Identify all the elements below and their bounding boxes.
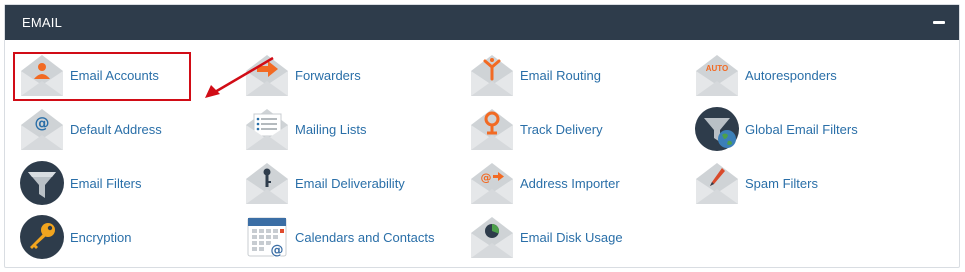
track-delivery-icon <box>471 109 513 150</box>
global-email-filters-icon <box>695 107 739 151</box>
spam-filters-icon <box>696 163 738 204</box>
autoresponders-link[interactable]: AUTO Autoresponders <box>694 51 909 99</box>
collapse-icon[interactable] <box>932 17 947 29</box>
address-importer-icon: @ <box>471 163 513 204</box>
mailing-lists-link[interactable]: Mailing Lists <box>244 105 459 153</box>
forwarders-link[interactable]: Forwarders <box>244 51 459 99</box>
item-label: Mailing Lists <box>295 121 367 137</box>
email-deliverability-link[interactable]: Email Deliverability <box>244 159 459 207</box>
address-importer-link[interactable]: @ Address Importer <box>469 159 684 207</box>
item-label: Email Accounts <box>70 67 159 83</box>
email-tools-grid: Email Accounts Forwarders Email Routing <box>5 40 959 266</box>
svg-text:@: @ <box>481 171 492 184</box>
item-label: Track Delivery <box>520 121 603 137</box>
forwarders-icon <box>246 55 288 96</box>
panel-header: EMAIL <box>5 5 959 40</box>
item-label: Global Email Filters <box>745 121 858 137</box>
calendars-and-contacts-icon: @ <box>247 217 287 258</box>
item-label: Email Deliverability <box>295 175 405 191</box>
email-deliverability-icon <box>246 163 288 204</box>
item-label: Autoresponders <box>745 67 837 83</box>
email-accounts-link[interactable]: Email Accounts <box>19 51 234 99</box>
email-disk-usage-link[interactable]: Email Disk Usage <box>469 213 684 261</box>
item-label: Address Importer <box>520 175 620 191</box>
item-label: Encryption <box>70 229 132 245</box>
email-filters-link[interactable]: Email Filters <box>19 159 234 207</box>
panel-title: EMAIL <box>22 15 63 30</box>
email-routing-icon <box>471 55 513 96</box>
item-label: Default Address <box>70 121 162 137</box>
default-address-link[interactable]: @ Default Address <box>19 105 234 153</box>
encryption-icon <box>20 215 64 259</box>
track-delivery-link[interactable]: Track Delivery <box>469 105 684 153</box>
email-routing-link[interactable]: Email Routing <box>469 51 684 99</box>
encryption-link[interactable]: Encryption <box>19 213 234 261</box>
auto-text: AUTO <box>706 64 729 73</box>
calendars-and-contacts-link[interactable]: @ Calendars and Contacts <box>244 213 459 261</box>
email-disk-usage-icon <box>471 217 513 258</box>
global-email-filters-link[interactable]: Global Email Filters <box>694 105 909 153</box>
mailing-lists-icon <box>246 109 288 150</box>
item-label: Spam Filters <box>745 175 818 191</box>
item-label: Email Routing <box>520 67 601 83</box>
item-label: Calendars and Contacts <box>295 229 435 245</box>
default-address-icon: @ <box>21 109 63 150</box>
email-accounts-icon <box>21 55 63 96</box>
item-label: Forwarders <box>295 67 361 83</box>
item-label: Email Filters <box>70 175 142 191</box>
spam-filters-link[interactable]: Spam Filters <box>694 159 909 207</box>
email-filters-icon <box>20 161 64 205</box>
item-label: Email Disk Usage <box>520 229 623 245</box>
svg-text:@: @ <box>271 243 284 258</box>
svg-text:@: @ <box>35 114 50 132</box>
autoresponders-icon: AUTO <box>696 55 738 96</box>
email-panel: EMAIL Email Accounts Forwarders Email Ro… <box>4 4 960 268</box>
